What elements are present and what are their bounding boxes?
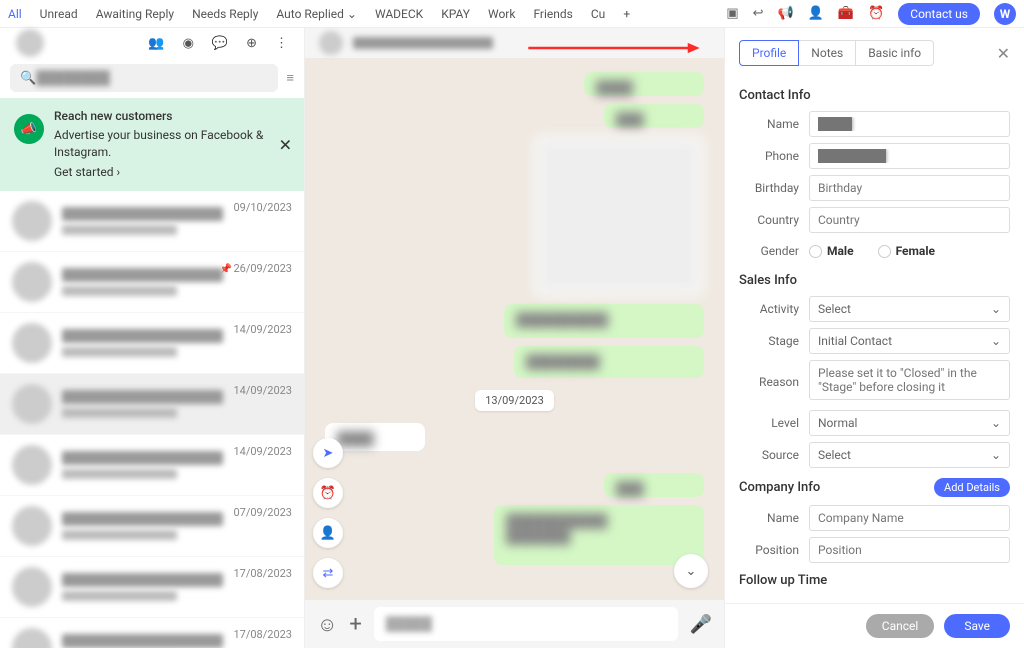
inbox-icon[interactable]: ▣: [726, 6, 738, 21]
scroll-down-button[interactable]: ⌄: [674, 554, 708, 588]
conversation-pane: ████ ███ ██████████ ████████ 13/09/2023 …: [305, 28, 724, 648]
tab-kpay[interactable]: KPAY: [441, 7, 470, 21]
contact-us-button[interactable]: Contact us: [898, 3, 980, 25]
tab-profile[interactable]: Profile: [739, 40, 799, 66]
add-tab-icon[interactable]: +: [623, 7, 630, 21]
chevron-down-icon: ⌄: [991, 416, 1001, 430]
conversation-header: [305, 28, 724, 58]
search-input[interactable]: 🔍 ████████: [10, 64, 278, 92]
chat-icon[interactable]: 💬: [212, 36, 228, 51]
chat-row[interactable]: 📌26/09/2023: [0, 252, 304, 313]
chat-row[interactable]: 07/09/2023: [0, 496, 304, 557]
close-icon[interactable]: ✕: [279, 135, 292, 154]
alarm-icon[interactable]: ⏰: [868, 6, 884, 21]
tab-wadeck[interactable]: WADECK: [375, 7, 423, 21]
source-select[interactable]: Select⌄: [809, 442, 1010, 468]
chat-row[interactable]: 14/09/2023: [0, 374, 304, 435]
add-details-button[interactable]: Add Details: [934, 478, 1010, 497]
promo-body: Advertise your business on Facebook & In…: [54, 127, 290, 161]
details-tabs: Profile Notes Basic info ✕: [725, 28, 1024, 74]
profile-icon[interactable]: 👤: [313, 518, 343, 548]
topbar: All Unread Awaiting Reply Needs Reply Au…: [0, 0, 1024, 28]
position-field[interactable]: [809, 537, 1010, 563]
filter-tabs: All Unread Awaiting Reply Needs Reply Au…: [8, 7, 726, 21]
new-chat-icon[interactable]: ⊕: [246, 36, 257, 51]
status-icon[interactable]: ◉: [183, 36, 194, 51]
section-company-info: Company InfoAdd Details: [739, 478, 1010, 497]
tab-notes[interactable]: Notes: [799, 40, 855, 66]
sidebar-header: 👥 ◉ 💬 ⊕ ⋮: [0, 28, 304, 58]
level-select[interactable]: Normal⌄: [809, 410, 1010, 436]
chat-row[interactable]: 17/08/2023: [0, 557, 304, 618]
megaphone-icon: 📣: [14, 114, 44, 144]
tab-unread[interactable]: Unread: [40, 7, 78, 21]
chevron-down-icon: ⌄: [347, 7, 357, 21]
tab-friends[interactable]: Friends: [533, 7, 572, 21]
promo-banner: 📣 Reach new customers Advertise your bus…: [0, 98, 304, 191]
send-icon[interactable]: ➤: [313, 438, 343, 468]
chat-row[interactable]: 14/09/2023: [0, 435, 304, 496]
contact-avatar[interactable]: [319, 31, 343, 55]
chat-row[interactable]: 14/09/2023: [0, 313, 304, 374]
activity-select[interactable]: Select⌄: [809, 296, 1010, 322]
stage-select[interactable]: Initial Contact⌄: [809, 328, 1010, 354]
panel-footer: Cancel Save: [725, 603, 1024, 648]
attach-icon[interactable]: +: [349, 612, 361, 637]
quick-actions: ➤ ⏰ 👤 ⇄: [313, 438, 343, 588]
app-logo[interactable]: W: [994, 3, 1016, 25]
tab-more[interactable]: Cu: [591, 7, 605, 21]
sidebar: 👥 ◉ 💬 ⊕ ⋮ 🔍 ████████ ≡ 📣 Reach new custo…: [0, 28, 305, 648]
details-panel: Profile Notes Basic info ✕ Contact Info …: [724, 28, 1024, 648]
group-icon[interactable]: 👥: [148, 36, 164, 51]
section-followup: Follow up Time: [739, 573, 1010, 588]
company-name-field[interactable]: [809, 505, 1010, 531]
broadcast-icon[interactable]: 📢: [778, 6, 794, 21]
emoji-icon[interactable]: ☺: [317, 612, 337, 637]
filter-icon[interactable]: ≡: [286, 70, 294, 86]
tab-awaiting[interactable]: Awaiting Reply: [96, 7, 174, 21]
transfer-icon[interactable]: ⇄: [313, 558, 343, 588]
reason-field[interactable]: [809, 360, 1010, 400]
tab-work[interactable]: Work: [488, 7, 515, 21]
promo-link[interactable]: Get started ›: [54, 164, 290, 181]
chevron-down-icon: ⌄: [991, 302, 1001, 316]
country-field[interactable]: [809, 207, 1010, 233]
messages: ████ ███ ██████████ ████████ 13/09/2023 …: [305, 58, 724, 600]
toolbox-icon[interactable]: 🧰: [838, 6, 854, 21]
save-button[interactable]: Save: [944, 614, 1010, 638]
chat-row[interactable]: 17/08/2023: [0, 618, 304, 648]
chat-at-value: 2023-07-26: [809, 596, 1010, 603]
contact-title: [353, 37, 493, 49]
composer: ☺ + █████ 🎤: [305, 600, 724, 648]
contact-card-icon[interactable]: 👤: [808, 6, 824, 21]
chat-row[interactable]: 09/10/2023: [0, 191, 304, 252]
image-message[interactable]: [534, 136, 704, 296]
my-avatar[interactable]: [16, 29, 44, 57]
topbar-actions: ▣ ↩ 📢 👤 🧰 ⏰ Contact us W: [726, 3, 1016, 25]
section-sales-info: Sales Info: [739, 273, 1010, 288]
name-field[interactable]: [809, 111, 1010, 137]
gender-radios[interactable]: MaleFemale: [809, 239, 1010, 263]
reply-icon[interactable]: ↩: [753, 6, 764, 21]
tab-all[interactable]: All: [8, 7, 22, 21]
cancel-button[interactable]: Cancel: [866, 614, 935, 638]
pin-icon: 📌: [220, 264, 232, 275]
menu-icon[interactable]: ⋮: [275, 36, 288, 51]
chevron-down-icon: ⌄: [991, 448, 1001, 462]
chevron-down-icon: ⌄: [991, 334, 1001, 348]
date-separator: 13/09/2023: [475, 390, 554, 411]
tab-auto[interactable]: Auto Replied ⌄: [276, 7, 357, 21]
chat-list: 09/10/2023 📌26/09/2023 14/09/2023 14/09/…: [0, 191, 304, 648]
section-contact-info: Contact Info: [739, 88, 1010, 103]
message-input[interactable]: █████: [374, 607, 678, 641]
phone-field[interactable]: [809, 143, 1010, 169]
tab-basic[interactable]: Basic info: [855, 40, 934, 66]
mic-icon[interactable]: 🎤: [690, 614, 712, 635]
tab-needs[interactable]: Needs Reply: [192, 7, 258, 21]
reminder-icon[interactable]: ⏰: [313, 478, 343, 508]
close-panel-icon[interactable]: ✕: [997, 44, 1010, 63]
promo-title: Reach new customers: [54, 108, 290, 125]
birthday-field[interactable]: [809, 175, 1010, 201]
